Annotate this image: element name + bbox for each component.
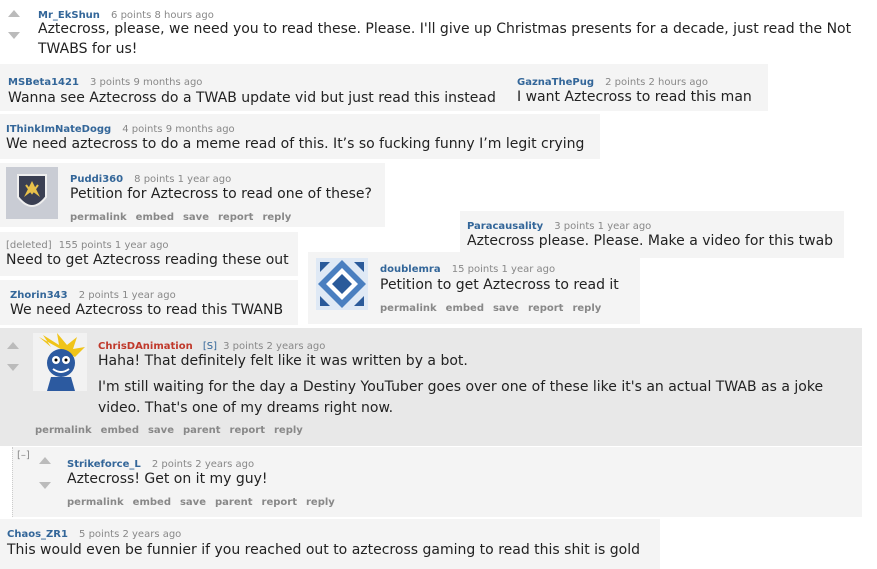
comment-strikeforce-l: [–] Strikeforce_L 2 points 2 years ago A… — [12, 447, 862, 517]
comment-puddi360: Puddi360 8 points 1 year ago Petition fo… — [0, 163, 385, 227]
comment-meta: 5 points 2 years ago — [79, 529, 182, 540]
comment-text-continued: TWABS for us! — [38, 41, 138, 57]
comment-gaznathepug: GaznaThePug 2 points 2 hours ago I want … — [510, 64, 768, 111]
embed-link[interactable]: embed — [136, 212, 174, 223]
report-link[interactable]: report — [262, 497, 297, 508]
comment-username[interactable]: Chaos_ZR1 — [7, 529, 68, 540]
comment-text: Aztecross, please, we need you to read t… — [38, 21, 852, 37]
comment-username[interactable]: doublemra — [380, 264, 441, 275]
comment-text: Petition to get Aztecross to read it — [380, 277, 619, 293]
permalink-link[interactable]: permalink — [70, 212, 127, 223]
comment-text: I want Aztecross to read this man — [517, 89, 752, 105]
comment-text: Wanna see Aztecross do a TWAB update vid… — [8, 90, 496, 106]
comment-username[interactable]: MSBeta1421 — [8, 77, 79, 88]
comment-text: We need Aztecross to read this TWANB — [10, 302, 284, 318]
embed-link[interactable]: embed — [101, 425, 139, 436]
comment-meta: 2 points 2 hours ago — [605, 77, 708, 88]
comment-username[interactable]: Mr_EkShun — [38, 10, 100, 21]
comment-meta: 3 points 2 years ago — [223, 341, 326, 352]
comment-ithinkimnatedogg: IThinkImNateDogg 4 points 9 months ago W… — [0, 114, 600, 159]
comment-username[interactable]: Zhorin343 — [10, 290, 68, 301]
report-link[interactable]: report — [528, 303, 563, 314]
avatar — [6, 167, 58, 219]
comment-meta: 2 points 2 years ago — [151, 459, 255, 470]
reply-link[interactable]: reply — [572, 303, 601, 314]
comment-text: This would even be funnier if you reache… — [7, 542, 641, 558]
comment-text: Need to get Aztecross reading these out — [6, 252, 289, 268]
save-link[interactable]: save — [180, 497, 206, 508]
comment-meta: 15 points 1 year ago — [451, 264, 556, 275]
reply-link[interactable]: reply — [262, 212, 291, 223]
embed-link[interactable]: embed — [133, 497, 171, 508]
permalink-link[interactable]: permalink — [67, 497, 124, 508]
comment-meta: 4 points 9 months ago — [122, 124, 235, 135]
comment-actions: permalink embed save report reply — [380, 303, 610, 314]
upvote-arrow-icon[interactable] — [7, 342, 19, 349]
save-link[interactable]: save — [148, 425, 174, 436]
comment-text: Haha! That definitely felt like it was w… — [98, 353, 468, 369]
comment-zhorin343: Zhorin343 2 points 1 year ago We need Az… — [0, 280, 298, 325]
staff-flair-badge: [S] — [202, 341, 217, 352]
comment-chrisdanimation: ChrisDAnimation [S] 3 points 2 years ago… — [0, 328, 862, 446]
comment-username: [deleted] — [6, 240, 52, 251]
comment-msbeta1421: MSBeta1421 3 points 9 months ago Wanna s… — [0, 64, 512, 111]
parent-link[interactable]: parent — [183, 425, 221, 436]
comment-username[interactable]: Puddi360 — [70, 174, 123, 185]
permalink-link[interactable]: permalink — [380, 303, 437, 314]
downvote-arrow-icon[interactable] — [8, 32, 20, 39]
reply-link[interactable]: reply — [274, 425, 303, 436]
comment-text: We need aztecross to do a meme read of t… — [6, 136, 585, 152]
save-link[interactable]: save — [183, 212, 209, 223]
comment-text: Aztecross! Get on it my guy! — [67, 471, 268, 487]
upvote-arrow-icon[interactable] — [8, 10, 20, 17]
reply-link[interactable]: reply — [306, 497, 335, 508]
comment-text: Petition for Aztecross to read one of th… — [70, 186, 372, 202]
report-link[interactable]: report — [218, 212, 253, 223]
embed-link[interactable]: embed — [446, 303, 484, 314]
upvote-arrow-icon[interactable] — [39, 457, 51, 464]
comment-deleted: [deleted] 155 points 1 year ago Need to … — [0, 232, 298, 276]
comment-doublemra: doublemra 15 points 1 year ago Petition … — [308, 252, 640, 324]
permalink-link[interactable]: permalink — [35, 425, 92, 436]
comment-text-continued: I'm still waiting for the day a Destiny … — [98, 379, 824, 395]
comment-meta: 2 points 1 year ago — [78, 290, 176, 301]
comment-meta: 155 points 1 year ago — [58, 240, 169, 251]
comment-chaos-zr1: Chaos_ZR1 5 points 2 years ago This woul… — [0, 519, 660, 569]
avatar — [316, 258, 368, 310]
comment-paracausality: Paracausality 3 points 1 year ago Aztecr… — [460, 211, 844, 258]
downvote-arrow-icon[interactable] — [7, 364, 19, 371]
comment-actions: permalink embed save parent report reply — [35, 425, 312, 436]
comment-username[interactable]: GaznaThePug — [517, 77, 594, 88]
comment-username[interactable]: Paracausality — [467, 221, 543, 232]
comment-username[interactable]: Strikeforce_L — [67, 459, 141, 470]
collapse-toggle[interactable]: [–] — [17, 450, 30, 461]
parent-link[interactable]: parent — [215, 497, 253, 508]
comment-meta: 8 points 1 year ago — [134, 174, 232, 185]
comment-actions: permalink embed save report reply — [70, 212, 300, 223]
comment-meta: 3 points 9 months ago — [90, 77, 203, 88]
comment-meta: 6 points 8 hours ago — [111, 10, 214, 21]
comment-username[interactable]: IThinkImNateDogg — [6, 124, 111, 135]
comment-actions: permalink embed save parent report reply — [67, 497, 344, 508]
downvote-arrow-icon[interactable] — [39, 482, 51, 489]
report-link[interactable]: report — [230, 425, 265, 436]
comment-meta: 3 points 1 year ago — [554, 221, 652, 232]
comment-text-continued: video. That's one of my dreams right now… — [98, 400, 394, 416]
avatar — [33, 333, 87, 391]
save-link[interactable]: save — [493, 303, 519, 314]
comment-mr-ekshun: Mr_EkShun 6 points 8 hours ago Aztecross… — [0, 0, 862, 62]
comment-username[interactable]: ChrisDAnimation — [98, 341, 193, 352]
comment-text: Aztecross please. Please. Make a video f… — [467, 233, 834, 249]
